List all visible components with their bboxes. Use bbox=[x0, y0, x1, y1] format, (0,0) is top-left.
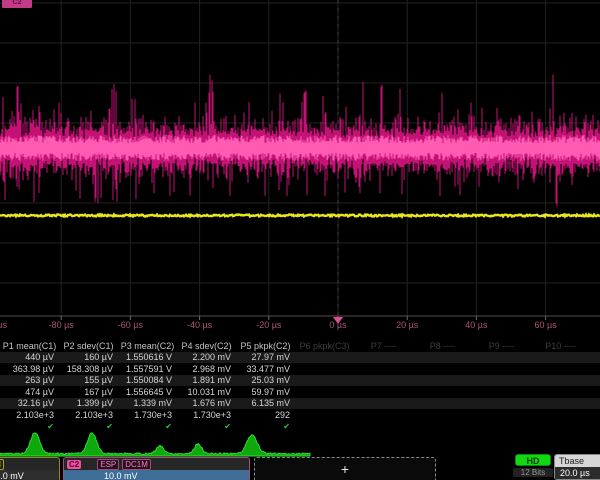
measure-value-cell: 10.031 mV bbox=[177, 387, 236, 397]
measure-value-cell: 440 µV bbox=[0, 352, 59, 362]
measure-value-cell: 474 µV bbox=[0, 387, 59, 397]
time-axis-label: 40 µs bbox=[465, 320, 487, 330]
bottom-descriptor-bar: C1 DC1M 10.0 mV C2 ESP DC1M 10.0 mV + HD… bbox=[0, 457, 600, 480]
c1-trace bbox=[0, 215, 600, 217]
measure-value-cell: 27.97 mV bbox=[236, 352, 295, 362]
measure-status-cell: ✔ bbox=[177, 422, 236, 431]
measure-value-cell: 2.200 mV bbox=[177, 352, 236, 362]
measure-value-cell: 33.477 mV bbox=[236, 364, 295, 374]
time-axis-label: -60 µs bbox=[118, 320, 143, 330]
measure-header-row: P1 mean(C1)P2 sdev(C1)P3 mean(C2)P4 sdev… bbox=[0, 340, 600, 352]
measure-value-cell: 363.98 µV bbox=[0, 364, 59, 374]
c2-channel-badge: C2 bbox=[67, 460, 81, 469]
time-axis-label: 60 µs bbox=[534, 320, 556, 330]
measure-stat-row: 2.103e+32.103e+31.730e+31.730e+3292 bbox=[0, 409, 600, 421]
measure-header-cell[interactable]: P7 ---- bbox=[354, 341, 413, 351]
measure-stat-row: 32.16 µV1.399 µV1.339 mV1.676 mV6.135 mV bbox=[0, 398, 600, 410]
measure-value-cell: 160 µV bbox=[59, 352, 118, 362]
channel-descriptor-c1[interactable]: C1 DC1M 10.0 mV bbox=[0, 457, 60, 480]
measure-header-cell[interactable]: P2 sdev(C1) bbox=[59, 341, 118, 351]
c2-coupling-badge: DC1M bbox=[122, 459, 151, 470]
c1-coupling-badge: DC1M bbox=[0, 459, 4, 470]
measure-value-cell: 1.730e+3 bbox=[118, 410, 177, 420]
channel-descriptor-c2[interactable]: C2 ESP DC1M 10.0 mV bbox=[63, 457, 250, 480]
time-axis-label: 0 µs bbox=[329, 320, 346, 330]
measure-header-cell[interactable]: P1 mean(C1) bbox=[0, 341, 59, 351]
measure-value-cell: 1.399 µV bbox=[59, 398, 118, 408]
measure-value-cell: 263 µV bbox=[0, 375, 59, 385]
measure-value-cell: 1.676 mV bbox=[177, 398, 236, 408]
timebase-value: 20.0 µs bbox=[555, 467, 600, 480]
measure-header-cell[interactable]: P4 sdev(C2) bbox=[177, 341, 236, 351]
measure-value-cell: 167 µV bbox=[59, 387, 118, 397]
trace-label-badge[interactable]: C2 bbox=[2, 0, 32, 8]
measure-value-cell: 155 µV bbox=[59, 375, 118, 385]
measure-stat-row: 440 µV160 µV1.550616 V2.200 mV27.97 mV bbox=[0, 352, 600, 364]
measure-header-cell[interactable]: P10 ---- bbox=[531, 341, 590, 351]
measure-value-cell: 1.550616 V bbox=[118, 352, 177, 362]
measure-value-cell: 1.730e+3 bbox=[177, 410, 236, 420]
measure-value-cell: 292 bbox=[236, 410, 295, 420]
hd-mode-badge[interactable]: HD bbox=[515, 454, 551, 466]
measure-status-cell: ✔ bbox=[118, 422, 177, 431]
time-axis-label: -20 µs bbox=[256, 320, 281, 330]
measure-header-cell[interactable]: P3 mean(C2) bbox=[118, 341, 177, 351]
timebase-title: Tbase bbox=[555, 455, 600, 467]
measure-header-cell[interactable]: P9 ---- bbox=[472, 341, 531, 351]
measure-status-cell: ✔ bbox=[59, 422, 118, 431]
measure-stat-row: 363.98 µV158.308 µV1.557591 V2.968 mV33.… bbox=[0, 363, 600, 375]
measure-value-cell: 1.556645 V bbox=[118, 387, 177, 397]
waveform-plot-area[interactable] bbox=[0, 0, 600, 334]
timebase-descriptor[interactable]: Tbase 20.0 µs bbox=[554, 454, 600, 480]
statistics-histogram-trace bbox=[0, 433, 310, 456]
measure-header-cell[interactable]: P6 pkpk(C3) bbox=[295, 341, 354, 351]
measure-value-cell: 1.557591 V bbox=[118, 364, 177, 374]
c1-vertical-scale: 10.0 mV bbox=[0, 470, 59, 480]
measurement-table: P1 mean(C1)P2 sdev(C1)P3 mean(C2)P4 sdev… bbox=[0, 340, 600, 432]
measure-header-cell[interactable]: P8 ---- bbox=[413, 341, 472, 351]
time-axis-label: -80 µs bbox=[49, 320, 74, 330]
c2-vertical-scale: 10.0 mV bbox=[64, 470, 249, 480]
measure-value-cell: 1.550084 V bbox=[118, 375, 177, 385]
measure-stat-row: 263 µV155 µV1.550084 V1.891 mV25.03 mV bbox=[0, 375, 600, 387]
measure-value-cell: 1.339 mV bbox=[118, 398, 177, 408]
bit-resolution-label: 12 Bits bbox=[513, 468, 553, 477]
measure-value-cell: 25.03 mV bbox=[236, 375, 295, 385]
measure-value-cell: 2.103e+3 bbox=[0, 410, 59, 420]
measure-status-row: ✔✔✔✔✔ bbox=[0, 421, 600, 433]
time-axis-label: -40 µs bbox=[187, 320, 212, 330]
measure-value-cell: 2.103e+3 bbox=[59, 410, 118, 420]
measurement-histogram-strip bbox=[0, 428, 600, 460]
measure-status-cell: ✔ bbox=[236, 422, 295, 431]
measure-value-cell: 158.308 µV bbox=[59, 364, 118, 374]
add-trace-button[interactable]: + bbox=[254, 457, 436, 480]
c2-esp-badge: ESP bbox=[97, 459, 119, 470]
measure-status-cell: ✔ bbox=[0, 422, 59, 431]
measure-value-cell: 6.135 mV bbox=[236, 398, 295, 408]
time-axis-label: 20 µs bbox=[396, 320, 418, 330]
measure-header-cell[interactable]: P5 pkpk(C2) bbox=[236, 341, 295, 351]
time-axis: -100 µs -80 µs -60 µs -40 µs -20 µs 0 µs 20 µs… bbox=[0, 320, 600, 333]
time-axis-label: -100 µs bbox=[0, 320, 7, 330]
measure-value-cell: 2.968 mV bbox=[177, 364, 236, 374]
measure-stat-row: 474 µV167 µV1.556645 V10.031 mV59.97 mV bbox=[0, 386, 600, 398]
measure-value-cell: 1.891 mV bbox=[177, 375, 236, 385]
measure-value-cell: 59.97 mV bbox=[236, 387, 295, 397]
acquisition-mode[interactable]: HD 12 Bits bbox=[513, 454, 553, 477]
measure-value-cell: 32.16 µV bbox=[0, 398, 59, 408]
